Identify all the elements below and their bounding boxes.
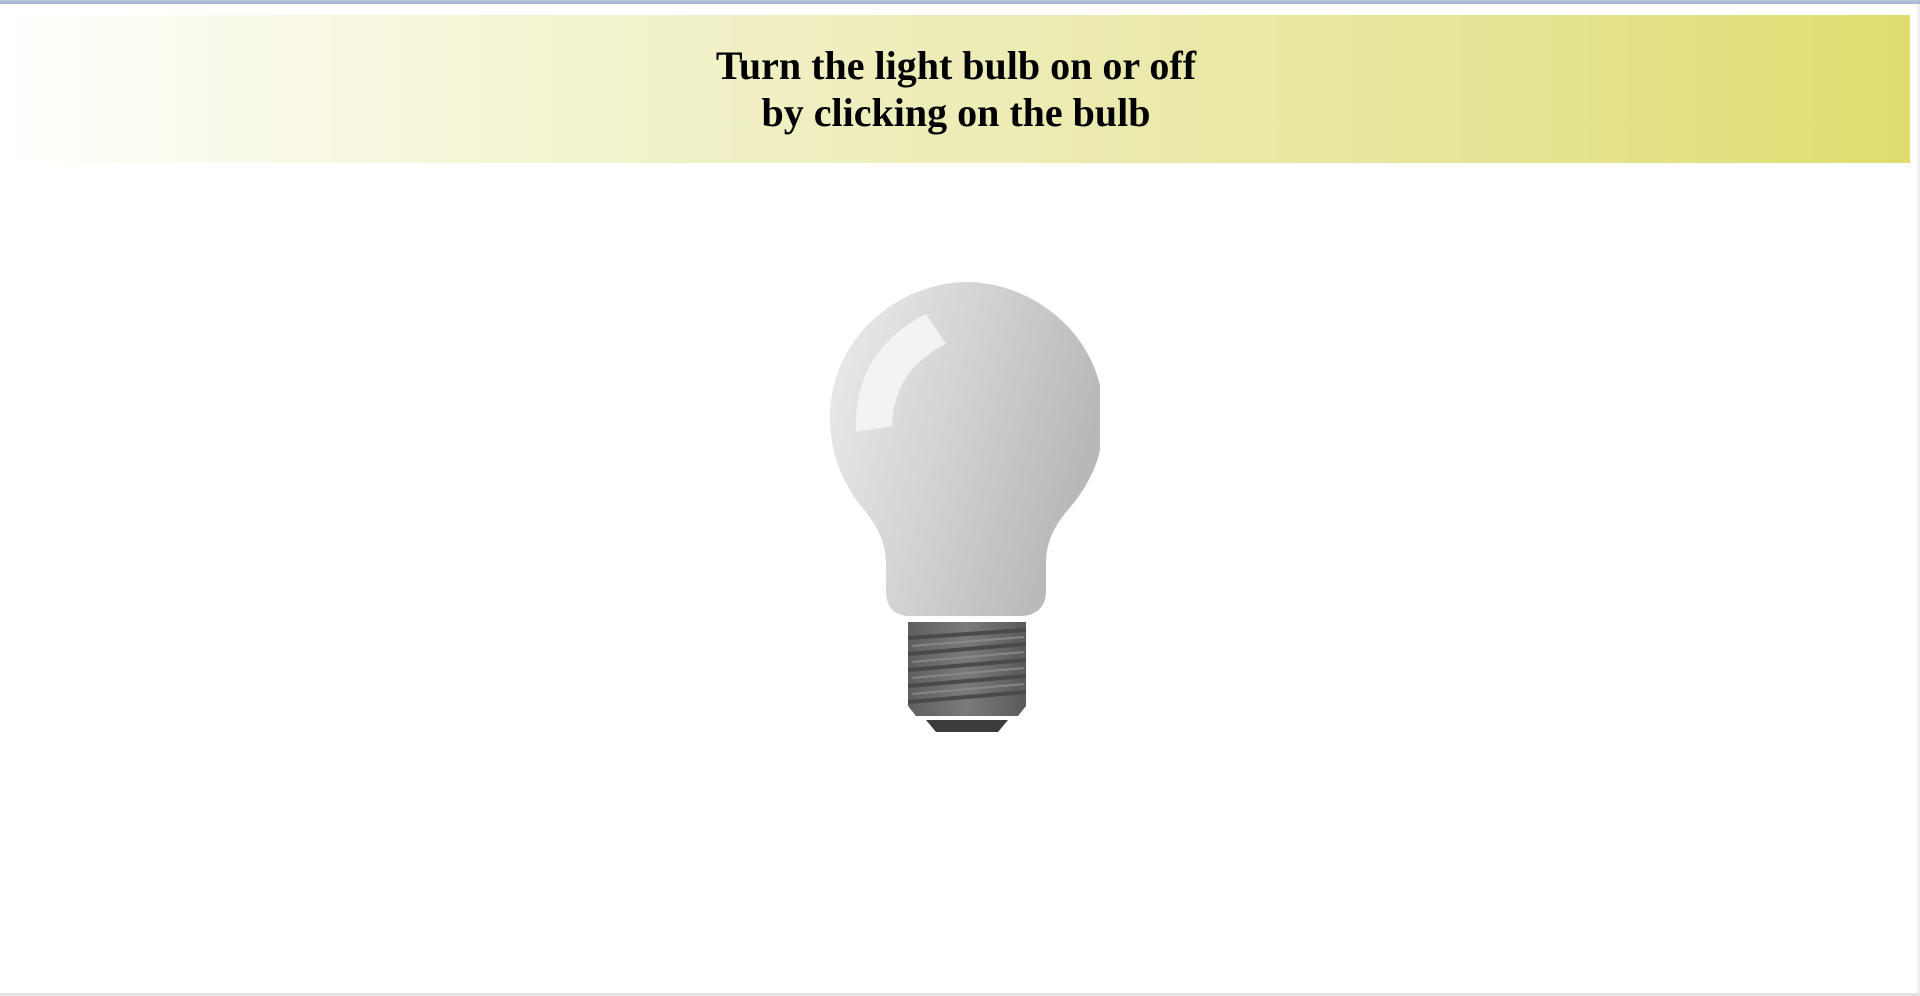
title-line-1: Turn the light bulb on or off (715, 43, 1197, 88)
light-bulb-icon[interactable] (820, 278, 1104, 738)
title-line-2: by clicking on the bulb (761, 90, 1151, 135)
page-title: Turn the light bulb on or off by clickin… (716, 42, 1196, 136)
window-top-border (0, 0, 1920, 4)
light-bulb-button[interactable] (820, 278, 1104, 738)
bulb-tip (926, 720, 1008, 732)
header-banner: Turn the light bulb on or off by clickin… (0, 15, 1910, 163)
bulb-glass[interactable] (830, 282, 1104, 616)
